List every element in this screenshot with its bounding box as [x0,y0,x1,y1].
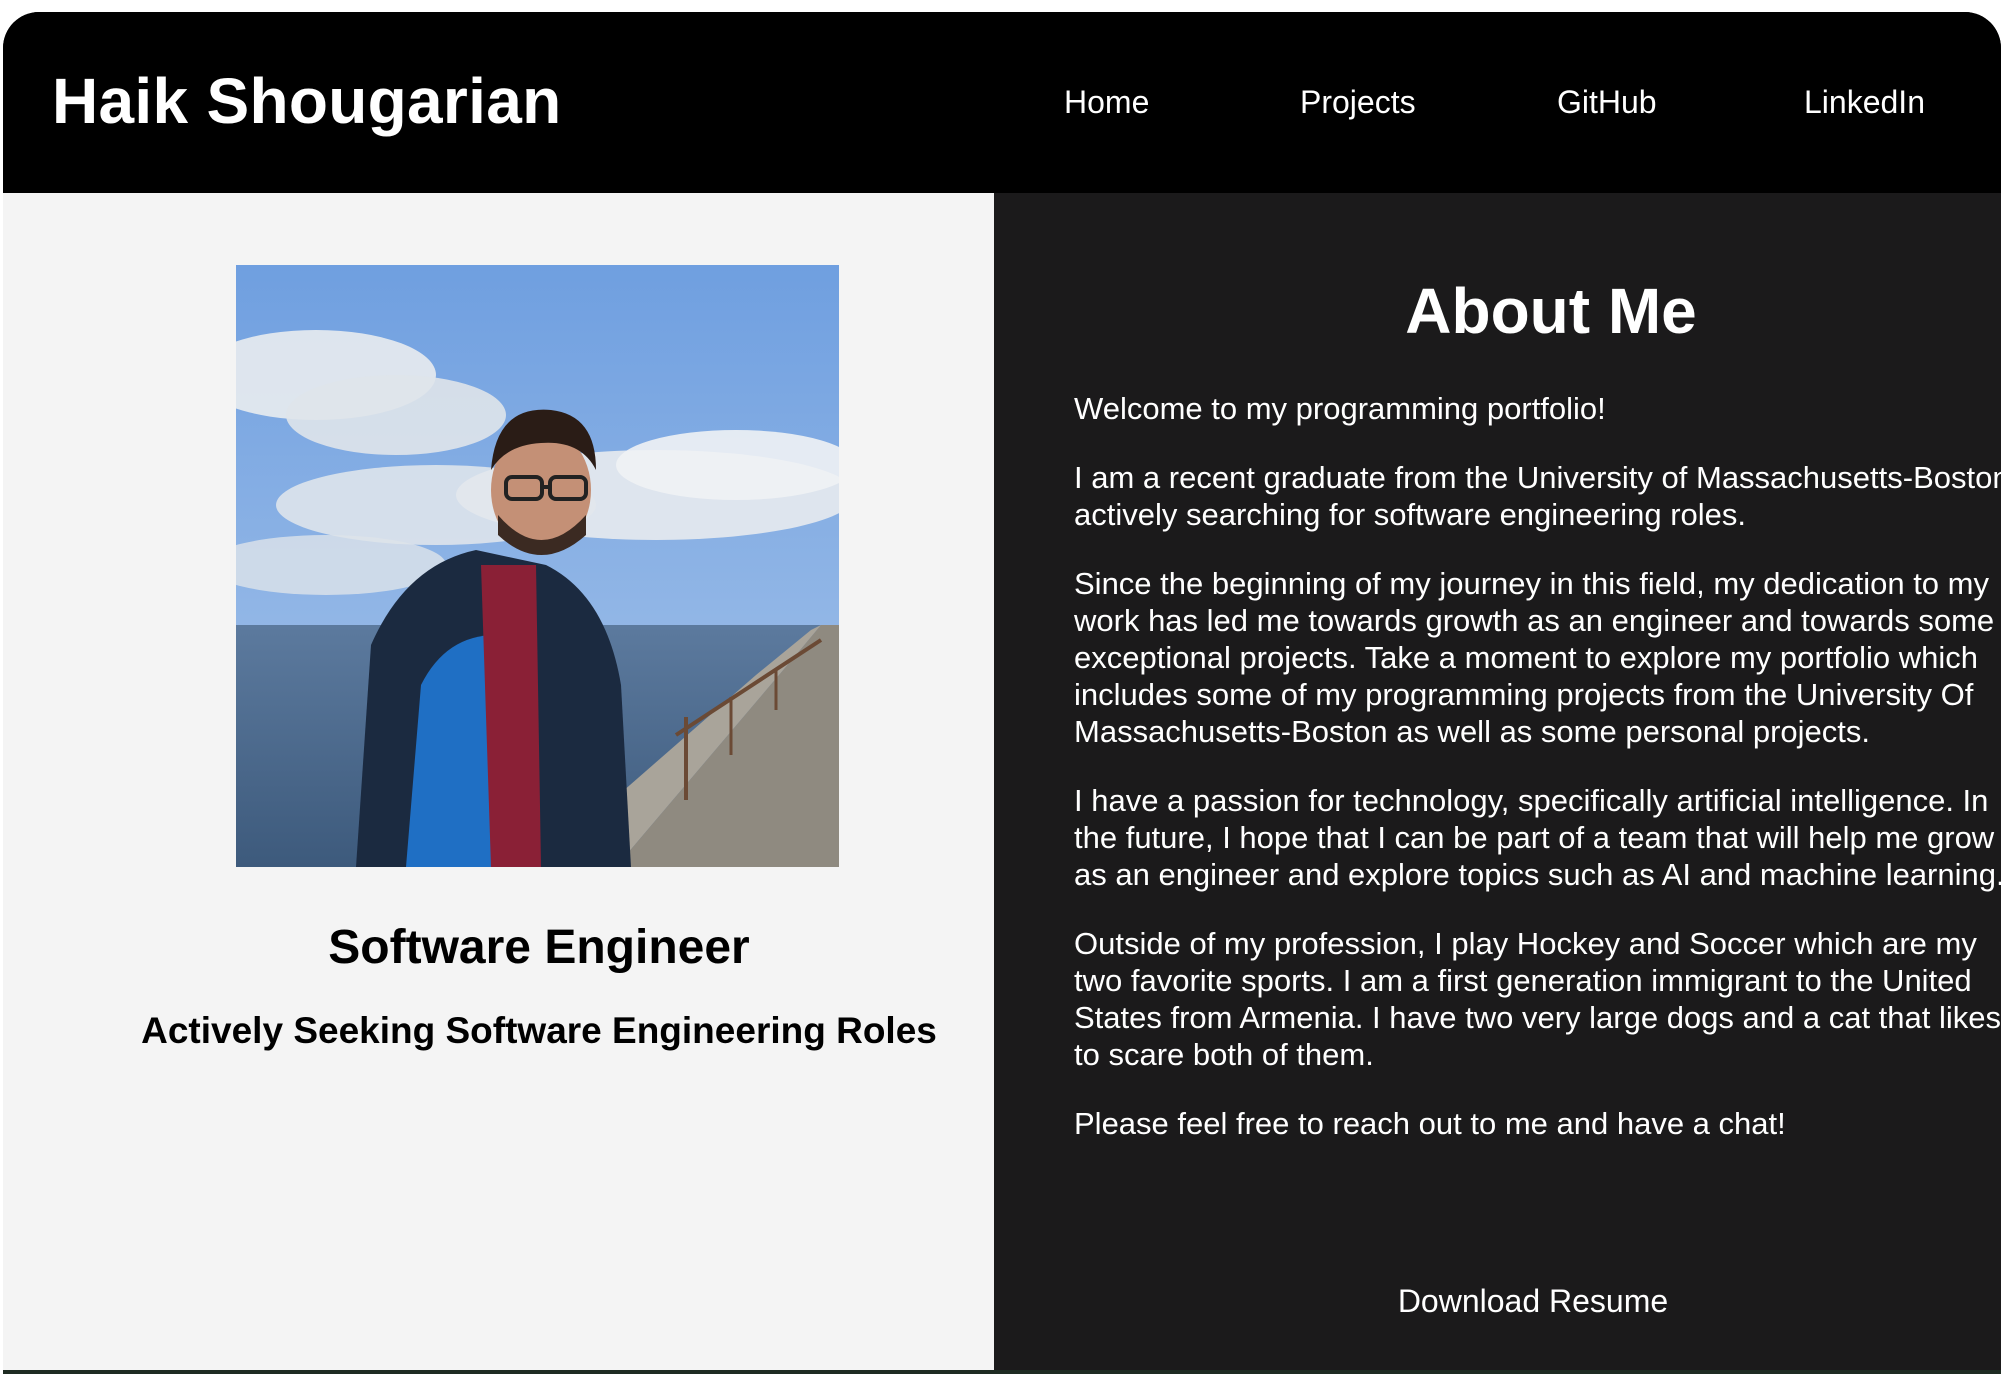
profile-panel: Software Engineer Actively Seeking Softw… [3,193,994,1374]
nav-github-link[interactable]: GitHub [1557,84,1657,121]
about-panel: About Me Welcome to my programming portf… [994,193,2001,1374]
nav-linkedin-link[interactable]: LinkedIn [1804,84,1925,121]
download-resume-link[interactable]: Download Resume [994,1283,2001,1320]
browser-page: Haik Shougarian Home Projects GitHub Lin… [3,12,2001,1374]
about-paragraph: Please feel free to reach out to me and … [1074,1106,1786,1141]
nav-home-link[interactable]: Home [1064,84,1149,121]
about-paragraph: Since the beginning of my journey in thi… [1074,566,1995,749]
job-title: Software Engineer [328,921,750,974]
about-text: Welcome to my programming portfolio! I a… [1074,390,2001,1174]
job-status: Actively Seeking Software Engineering Ro… [141,1010,937,1051]
nav-projects-link[interactable]: Projects [1300,84,1416,121]
about-paragraph: Outside of my profession, I play Hockey … [1074,926,2001,1072]
page-bottom-edge [3,1370,2001,1374]
about-title: About Me [1405,275,1697,347]
site-header: Haik Shougarian Home Projects GitHub Lin… [3,12,2001,193]
profile-photo [236,265,839,867]
about-paragraph: I am a recent graduate from the Universi… [1074,460,2001,532]
about-paragraph: Welcome to my programming portfolio! [1074,391,1606,426]
site-brand: Haik Shougarian [52,65,562,137]
about-paragraph: I have a passion for technology, specifi… [1074,783,2001,892]
